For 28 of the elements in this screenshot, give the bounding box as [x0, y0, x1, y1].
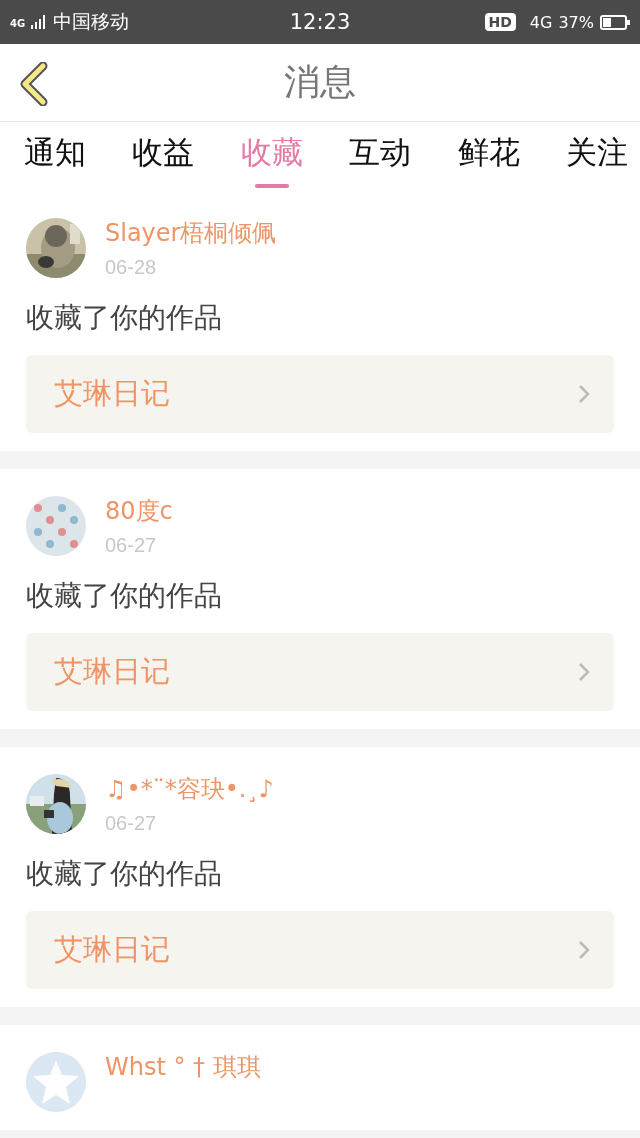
battery-icon — [600, 14, 630, 30]
tab[interactable]: 互动 — [349, 122, 412, 191]
clock: 12:23 — [289, 10, 351, 34]
message-text: 收藏了你的作品 — [26, 578, 223, 614]
network-label: 4G — [529, 12, 553, 32]
tab[interactable]: 收藏 — [240, 122, 303, 191]
tab[interactable]: 通知 — [24, 122, 86, 191]
work-link[interactable]: 艾琳日记 — [26, 911, 614, 989]
work-link[interactable]: 艾琳日记 — [26, 633, 614, 711]
page-title: 消息 — [284, 60, 356, 104]
signal-icon — [31, 15, 48, 29]
user-name[interactable]: Slayer梧桐倾佩 — [105, 219, 277, 247]
chevron-right-icon — [578, 662, 590, 682]
user-name[interactable]: 80度c — [105, 497, 173, 525]
work-link[interactable]: 艾琳日记 — [26, 355, 614, 433]
carrier-name: 中国移动 — [53, 9, 130, 34]
message-text: 收藏了你的作品 — [26, 856, 223, 892]
hd-badge: HD — [484, 13, 516, 31]
chevron-right-icon — [578, 384, 590, 404]
tab[interactable]: 收益 — [132, 122, 195, 191]
message-text: 收藏了你的作品 — [26, 300, 223, 336]
tab[interactable]: 鲜花 — [457, 122, 520, 191]
user-name[interactable]: ♫•*¨*容玦•.¸♪ — [105, 775, 274, 803]
battery-percent: 37% — [558, 12, 594, 32]
chevron-right-icon — [578, 940, 590, 960]
network-label: 4G — [10, 18, 26, 29]
user-name[interactable]: Whst ° † 琪琪 — [105, 1053, 261, 1081]
tab[interactable]: 关注 — [565, 122, 628, 191]
